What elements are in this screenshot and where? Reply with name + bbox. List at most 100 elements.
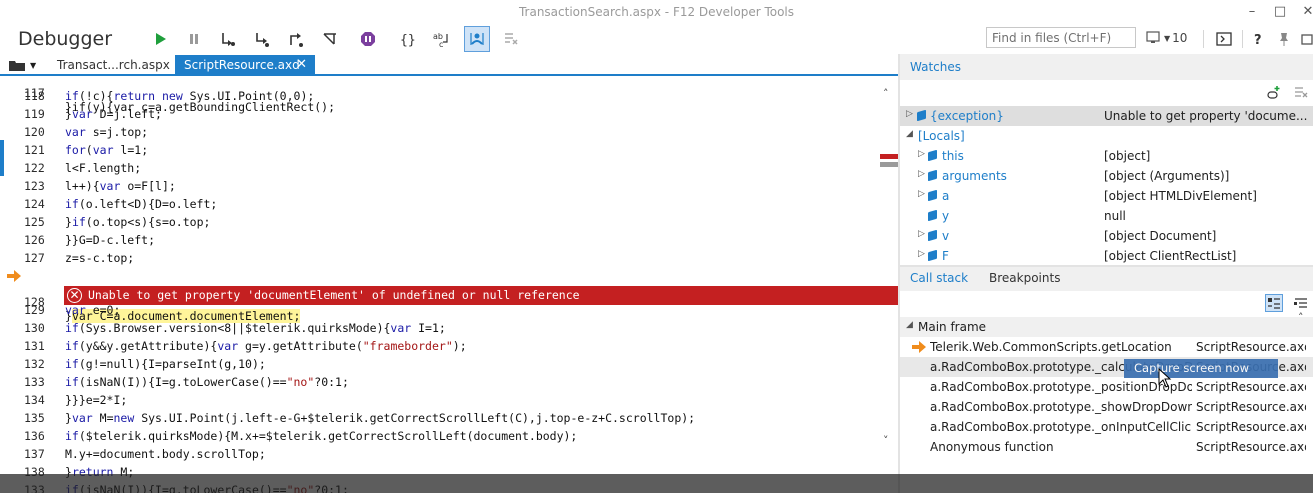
callstack-scrollbar[interactable]: ˄ ˅ (1295, 311, 1313, 493)
step-into-button[interactable] (216, 27, 240, 51)
code-line[interactable]: 135}var M=new Sys.UI.Point(j.left-e-G+$t… (0, 411, 880, 429)
open-document-button[interactable]: ▼ (8, 56, 52, 74)
exception-message: Unable to get property 'documentElement'… (88, 288, 580, 302)
object-icon (928, 189, 937, 202)
code-line[interactable]: 118 if(!c){return new Sys.UI.Point(0,0); (0, 89, 880, 107)
pin-icon (1280, 33, 1288, 46)
code-line[interactable]: 126}}G=D-c.left; (0, 233, 880, 251)
callstack-frame[interactable]: Telerik.Web.CommonScripts.getLocation Scr… (900, 337, 1313, 357)
scroll-up-icon[interactable]: ˄ (1298, 311, 1304, 324)
clear-breakpoints-button[interactable] (499, 27, 523, 51)
current-code-line[interactable]: 128 }var C=a.document.documentElement; (0, 267, 880, 323)
editor-scrollbar[interactable]: ˄ ˅ (880, 76, 898, 493)
scroll-down-icon[interactable]: ˅ (883, 434, 889, 447)
scroll-up-icon[interactable]: ˄ (883, 87, 889, 100)
console-toggle-button[interactable] (1212, 27, 1236, 51)
watch-row-local[interactable]: ▷ v [object Document] (900, 226, 1313, 246)
show-frames-icon[interactable] (1265, 294, 1283, 312)
watch-name: {exception} (930, 109, 1004, 123)
line-code: l<F.length; (65, 161, 142, 175)
code-line[interactable]: 133 if(isNaN(I)){I=g.toLowerCase()=="no"?… (0, 375, 880, 393)
line-number: 136 (24, 429, 45, 443)
pin-button[interactable] (1272, 27, 1296, 51)
code-line[interactable]: 124 if(o.left<D){D=o.left; (0, 197, 880, 215)
expand-arrow-icon[interactable]: ▷ (918, 149, 925, 159)
chevron-down-icon: ▼ (1164, 33, 1171, 43)
code-line[interactable]: 119}var D=j.left; (0, 107, 880, 125)
pretty-print-button[interactable]: {} (396, 27, 420, 51)
tool-name: Debugger (18, 28, 113, 50)
watch-row-local[interactable]: y null (900, 206, 1313, 226)
watch-value: [object (Arguments)] (1104, 169, 1230, 183)
line-number: 121 (24, 143, 45, 157)
watch-row-exception[interactable]: ▷ {exception} Unable to get property 'do… (900, 106, 1313, 126)
code-line[interactable]: 137 M.y+=document.body.scrollTop; (0, 447, 880, 465)
code-line[interactable]: 136 if($telerik.quirksMode){M.x+=$telerik… (0, 429, 880, 447)
code-line[interactable]: 121 for(var l=1; (0, 143, 880, 161)
code-line[interactable]: 134}}}e=2*I; (0, 393, 880, 411)
code-line[interactable]: 123 l++){var o=F[l]; (0, 179, 880, 197)
word-wrap-button[interactable]: ab c (430, 27, 454, 51)
break-button[interactable] (182, 27, 206, 51)
callstack-frame[interactable]: a.RadComboBox.prototype._showDropDown Scr… (900, 397, 1313, 417)
code-line[interactable]: 130 if(Sys.Browser.version<8||$telerik.qu… (0, 321, 880, 339)
line-number: 127 (24, 251, 45, 265)
watch-row-local[interactable]: ▷ arguments [object (Arguments)] (900, 166, 1313, 186)
callstack-frame[interactable]: a.RadComboBox.prototype._positionDropDow… (900, 377, 1313, 397)
scroll-thumb[interactable] (880, 162, 898, 167)
delete-all-watches-icon[interactable] (1293, 84, 1309, 100)
add-watch-icon[interactable] (1266, 84, 1282, 100)
expand-arrow-icon[interactable]: ▷ (906, 109, 913, 119)
object-icon (928, 209, 937, 222)
continue-button[interactable] (148, 27, 172, 51)
code-line[interactable]: 122 l<F.length; (0, 161, 880, 179)
tab-call-stack[interactable]: Call stack (910, 271, 968, 285)
expand-arrow-icon[interactable]: ▷ (918, 189, 925, 199)
minimize-icon[interactable]: – (1240, 2, 1264, 22)
close-tab-icon[interactable]: ✕ (296, 57, 307, 72)
expand-arrow-icon[interactable]: ▷ (918, 169, 925, 179)
tab-transactionsearch[interactable]: Transact...rch.aspx (48, 55, 179, 76)
find-in-files-input[interactable]: Find in files (Ctrl+F) (986, 27, 1136, 48)
collapse-arrow-icon[interactable]: ◢ (906, 320, 913, 330)
callstack-frame[interactable]: Anonymous function ScriptResource.axd... (900, 437, 1313, 457)
expand-arrow-icon[interactable]: ▷ (918, 249, 925, 259)
tab-breakpoints[interactable]: Breakpoints (989, 271, 1060, 285)
watch-value: [object ClientRectList] (1104, 249, 1237, 263)
help-button[interactable]: ? (1246, 27, 1270, 51)
watch-row-locals[interactable]: ◢ [Locals] (900, 126, 1313, 146)
group-label: Main frame (918, 320, 987, 334)
scroll-down-icon[interactable]: ˅ (1298, 443, 1304, 456)
main-frame-group[interactable]: ◢ Main frame (900, 317, 1313, 337)
break-on-new-worker-button[interactable] (318, 27, 342, 51)
collapse-arrow-icon[interactable]: ◢ (906, 129, 913, 139)
tab-scriptresource[interactable]: ScriptResource.axd ✕ (175, 55, 315, 76)
code-line[interactable]: 120 var s=j.top; (0, 125, 880, 143)
code-editor[interactable]: 117 }if(y){var c=a.getBoundingClientRect… (0, 76, 898, 493)
step-over-button[interactable] (250, 27, 274, 51)
undock-button[interactable] (1296, 27, 1313, 51)
maximize-icon[interactable]: □ (1268, 2, 1292, 22)
line-number: 137 (24, 447, 45, 461)
just-my-code-button[interactable] (464, 26, 490, 52)
expand-arrow-icon[interactable]: ▷ (918, 229, 925, 239)
close-window-icon[interactable]: ✕ (1296, 2, 1313, 22)
exception-behavior-button[interactable] (356, 27, 380, 51)
callstack-frame[interactable]: a.RadComboBox.prototype._onInputCellClic… (900, 417, 1313, 437)
line-code: }}G=D-c.left; (65, 233, 156, 247)
watch-row-local[interactable]: ▷ a [object HTMLDivElement] (900, 186, 1313, 206)
line-number: 130 (24, 321, 45, 335)
code-line[interactable]: 125}if(o.top<s){s=o.top; (0, 215, 880, 233)
code-line[interactable]: 132 if(g!=null){I=parseInt(g,10); (0, 357, 880, 375)
target-dropdown[interactable]: ▼ 10 (1146, 28, 1187, 48)
watch-row-local[interactable]: ▷ F [object ClientRectList] (900, 246, 1313, 266)
line-code: if(o.left<D){D=o.left; (65, 197, 218, 211)
code-line[interactable]: 131 if(y&&y.getAttribute){var g=y.getAttr… (0, 339, 880, 357)
show-async-icon[interactable] (1293, 295, 1309, 311)
watches-pane: Watches ▷ {exception} Unable to get prop… (900, 54, 1313, 265)
watch-row-local[interactable]: ▷ this [object] (900, 146, 1313, 166)
code-line[interactable]: 129 var e=0; (0, 303, 880, 321)
step-out-button[interactable] (284, 27, 308, 51)
word-wrap-icon: abc (433, 32, 448, 48)
code-line[interactable]: 117 }if(y){var c=a.getBoundingClientRect… (0, 76, 880, 114)
